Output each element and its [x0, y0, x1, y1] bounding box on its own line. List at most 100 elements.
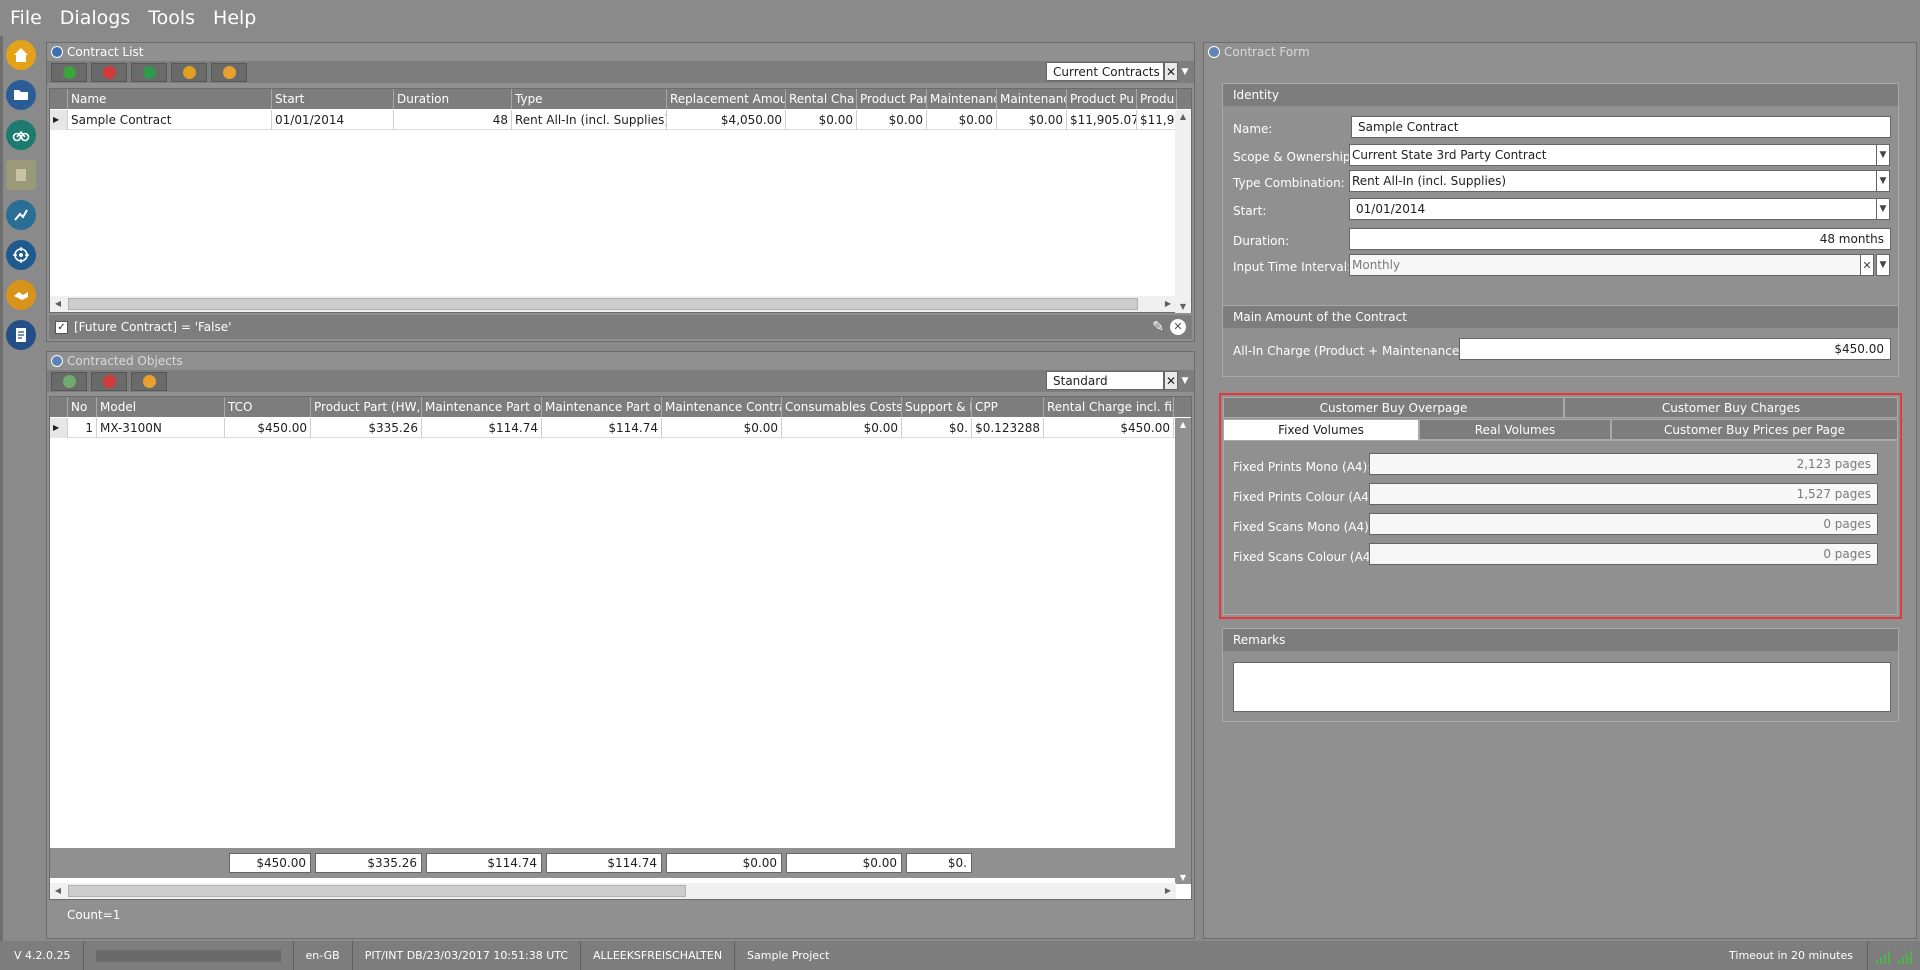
- hscroll-thumb[interactable]: [68, 885, 686, 897]
- fixed-scans-colour-field[interactable]: 0 pages: [1369, 543, 1878, 565]
- tab-real-volumes[interactable]: Real Volumes: [1419, 419, 1611, 440]
- col-header[interactable]: Maintenance Part of: [422, 397, 542, 417]
- col-header[interactable]: Product Par: [857, 89, 927, 109]
- col-header[interactable]: TCO: [225, 397, 311, 417]
- cell[interactable]: $0.00: [997, 110, 1067, 130]
- col-header[interactable]: Maintenanc: [997, 89, 1067, 109]
- name-field[interactable]: Sample Contract: [1351, 116, 1891, 138]
- edit-filter-icon[interactable]: ✎: [1152, 319, 1164, 335]
- col-header[interactable]: Rental Charge incl. fix: [1044, 397, 1174, 417]
- scope-select[interactable]: Current State 3rd Party Contract: [1349, 144, 1877, 166]
- document-icon[interactable]: [6, 320, 36, 350]
- col-header[interactable]: Type: [512, 89, 667, 109]
- scroll-right-icon[interactable]: ▶: [1162, 299, 1174, 308]
- home-icon[interactable]: [6, 40, 36, 70]
- col-header[interactable]: No: [68, 397, 97, 417]
- view-combo[interactable]: Standard: [1046, 371, 1164, 390]
- col-header[interactable]: Model: [97, 397, 225, 417]
- col-header[interactable]: Support & F: [902, 397, 972, 417]
- col-header[interactable]: Consumables Costs: [782, 397, 902, 417]
- table-row[interactable]: ▶ 1 MX-3100N $450.00 $335.26 $114.74 $11…: [50, 418, 1191, 438]
- contract-grid-hscroll[interactable]: ◀ ▶: [50, 296, 1176, 312]
- scroll-left-icon[interactable]: ◀: [52, 886, 64, 895]
- chevron-down-icon[interactable]: ▼: [1179, 371, 1191, 390]
- col-header[interactable]: Start: [272, 89, 394, 109]
- chevron-down-icon[interactable]: ▼: [1876, 144, 1890, 166]
- row-selector-icon[interactable]: ▶: [50, 110, 68, 130]
- cell[interactable]: $450.00: [225, 418, 311, 438]
- menu-dialogs[interactable]: Dialogs: [60, 7, 130, 29]
- sync-contract-button[interactable]: [131, 62, 167, 82]
- target-icon[interactable]: [6, 240, 36, 270]
- interval-select[interactable]: Monthly: [1349, 254, 1861, 276]
- remove-contract-button[interactable]: [91, 62, 127, 82]
- tab-fixed-volumes[interactable]: Fixed Volumes: [1223, 419, 1419, 440]
- col-header[interactable]: Name: [68, 89, 272, 109]
- contract-grid-vscroll[interactable]: ▲ ▼: [1175, 110, 1191, 313]
- col-header[interactable]: Maintenance Contra: [662, 397, 782, 417]
- contract-filter-combo[interactable]: Current Contracts: [1046, 62, 1164, 81]
- cell[interactable]: $0.: [902, 418, 972, 438]
- cell[interactable]: $450.00: [1044, 418, 1174, 438]
- cell[interactable]: $0.00: [782, 418, 902, 438]
- cell[interactable]: $0.00: [662, 418, 782, 438]
- menu-tools[interactable]: Tools: [148, 7, 195, 29]
- cell[interactable]: $11,9: [1137, 110, 1177, 130]
- add-contract-button[interactable]: [51, 62, 87, 82]
- col-header[interactable]: Product Pu: [1067, 89, 1137, 109]
- fixed-scans-mono-field[interactable]: 0 pages: [1369, 513, 1878, 535]
- table-row[interactable]: ▶ Sample Contract 01/01/2014 48 Rent All…: [50, 110, 1191, 130]
- fixed-prints-mono-field[interactable]: 2,123 pages: [1369, 453, 1878, 475]
- cell[interactable]: 01/01/2014: [272, 110, 394, 130]
- chevron-down-icon[interactable]: ▼: [1876, 170, 1890, 192]
- refresh-contract-button[interactable]: [211, 62, 247, 82]
- tab-customer-buy-charges[interactable]: Customer Buy Charges: [1564, 397, 1898, 418]
- cell[interactable]: $114.74: [542, 418, 662, 438]
- chevron-down-icon[interactable]: ▼: [1876, 198, 1890, 220]
- close-filter-icon[interactable]: ✕: [1170, 319, 1186, 335]
- undo-contract-button[interactable]: [171, 62, 207, 82]
- chevron-down-icon[interactable]: ▼: [1179, 62, 1191, 81]
- scroll-down-icon[interactable]: ▼: [1177, 302, 1189, 311]
- start-date-field[interactable]: 01/01/2014: [1349, 198, 1877, 220]
- tab-customer-buy-prices-per-page[interactable]: Customer Buy Prices per Page: [1611, 419, 1898, 440]
- col-header[interactable]: Maintenance Part of: [542, 397, 662, 417]
- scroll-left-icon[interactable]: ◀: [52, 299, 64, 308]
- tab-customer-buy-overpage[interactable]: Customer Buy Overpage: [1223, 397, 1564, 418]
- cell[interactable]: $335.26: [311, 418, 422, 438]
- remarks-textarea[interactable]: [1233, 662, 1891, 712]
- cell[interactable]: $11,905.07: [1067, 110, 1137, 130]
- cell[interactable]: $114.74: [422, 418, 542, 438]
- cell[interactable]: 48: [394, 110, 512, 130]
- hscroll-thumb[interactable]: [68, 298, 1138, 310]
- col-header[interactable]: Product Part (HW,S: [311, 397, 422, 417]
- cell[interactable]: MX-3100N: [97, 418, 225, 438]
- scroll-down-icon[interactable]: ▼: [1177, 873, 1189, 882]
- col-header[interactable]: CPP: [972, 397, 1044, 417]
- menu-file[interactable]: File: [10, 7, 42, 29]
- refresh-object-button[interactable]: [131, 371, 167, 391]
- allin-field[interactable]: $450.00: [1459, 338, 1891, 360]
- cell[interactable]: $0.00: [786, 110, 857, 130]
- clear-view-icon[interactable]: ✕: [1164, 371, 1178, 390]
- col-header[interactable]: Replacement Amour: [667, 89, 786, 109]
- add-object-button[interactable]: [51, 371, 87, 391]
- scroll-up-icon[interactable]: ▲: [1177, 112, 1189, 121]
- menu-help[interactable]: Help: [213, 7, 256, 29]
- clear-filter-icon[interactable]: ✕: [1164, 62, 1178, 81]
- cell[interactable]: $0.123288: [972, 418, 1044, 438]
- cell[interactable]: Sample Contract: [68, 110, 272, 130]
- filter-checkbox[interactable]: ✓: [55, 320, 68, 334]
- scroll-up-icon[interactable]: ▲: [1177, 420, 1189, 429]
- scroll-icon[interactable]: [6, 160, 36, 190]
- col-header[interactable]: Maintenanc: [927, 89, 997, 109]
- cell[interactable]: 1: [68, 418, 97, 438]
- row-selector-icon[interactable]: ▶: [50, 418, 68, 438]
- scroll-right-icon[interactable]: ▶: [1162, 886, 1174, 895]
- type-select[interactable]: Rent All-In (incl. Supplies): [1349, 170, 1877, 192]
- objects-grid-vscroll[interactable]: ▲ ▼: [1175, 418, 1191, 884]
- chart-icon[interactable]: [6, 200, 36, 230]
- cell[interactable]: $0.00: [927, 110, 997, 130]
- duration-field[interactable]: 48 months: [1349, 228, 1891, 250]
- cell[interactable]: $0.00: [857, 110, 927, 130]
